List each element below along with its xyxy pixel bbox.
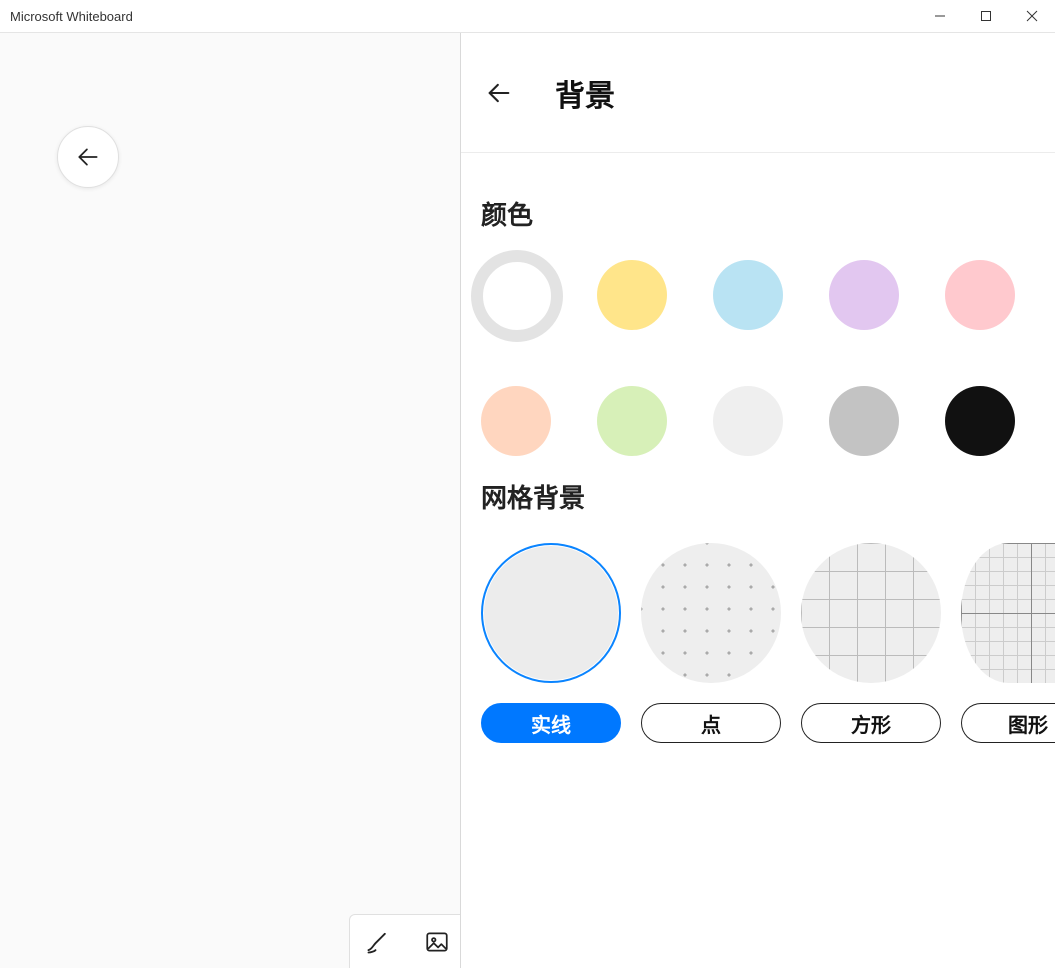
color-swatch-purple[interactable] bbox=[829, 260, 899, 330]
grid-label-graph[interactable]: 图形 bbox=[961, 703, 1055, 743]
pen-icon bbox=[365, 928, 393, 956]
color-swatch-peach[interactable] bbox=[481, 386, 551, 456]
maximize-icon bbox=[980, 10, 992, 22]
color-swatch-grid bbox=[481, 260, 1055, 456]
grid-option-dot: 点 bbox=[641, 543, 781, 743]
minimize-button[interactable] bbox=[917, 0, 963, 32]
color-swatch-black[interactable] bbox=[945, 386, 1015, 456]
grid-option-solid: 实线 bbox=[481, 543, 621, 743]
color-swatch-yellow[interactable] bbox=[597, 260, 667, 330]
window-controls bbox=[917, 0, 1055, 32]
grid-preview-dot[interactable] bbox=[641, 543, 781, 683]
panel-back-button[interactable] bbox=[481, 75, 517, 111]
color-section-title: 颜色 bbox=[481, 195, 1055, 232]
bottom-toolbar bbox=[349, 914, 467, 968]
color-section: 颜色 网格背景 实线 点 bbox=[461, 153, 1055, 775]
color-swatch-lightgray[interactable] bbox=[713, 386, 783, 456]
color-swatch-green[interactable] bbox=[597, 386, 667, 456]
close-icon bbox=[1026, 10, 1038, 22]
grid-label-square[interactable]: 方形 bbox=[801, 703, 941, 743]
close-button[interactable] bbox=[1009, 0, 1055, 32]
grid-options-row: 实线 点 方形 图形 bbox=[481, 543, 1055, 743]
color-swatch-blue[interactable] bbox=[713, 260, 783, 330]
grid-preview-solid[interactable] bbox=[481, 543, 621, 683]
grid-label-dot[interactable]: 点 bbox=[641, 703, 781, 743]
arrow-left-icon bbox=[485, 79, 513, 107]
grid-label-solid[interactable]: 实线 bbox=[481, 703, 621, 743]
grid-preview-graph[interactable] bbox=[961, 543, 1055, 683]
grid-option-graph: 图形 bbox=[961, 543, 1055, 743]
color-swatch-white[interactable] bbox=[471, 250, 563, 342]
panel-title: 背景 bbox=[555, 71, 615, 115]
back-to-boards-button[interactable] bbox=[57, 126, 119, 188]
background-panel: 背景 颜色 网格背景 实线 bbox=[460, 33, 1055, 968]
maximize-button[interactable] bbox=[963, 0, 1009, 32]
app-title: Microsoft Whiteboard bbox=[0, 9, 133, 24]
image-icon bbox=[424, 929, 450, 955]
pen-tool-button[interactable] bbox=[362, 925, 396, 959]
main-canvas-area[interactable]: 背景 颜色 网格背景 实线 bbox=[0, 33, 1055, 968]
color-swatch-gray[interactable] bbox=[829, 386, 899, 456]
grid-section-title: 网格背景 bbox=[481, 478, 1055, 515]
panel-header: 背景 bbox=[461, 33, 1055, 153]
image-tool-button[interactable] bbox=[420, 925, 454, 959]
grid-option-square: 方形 bbox=[801, 543, 941, 743]
titlebar: Microsoft Whiteboard bbox=[0, 0, 1055, 33]
arrow-left-icon bbox=[75, 144, 101, 170]
grid-preview-square[interactable] bbox=[801, 543, 941, 683]
color-swatch-pink[interactable] bbox=[945, 260, 1015, 330]
minimize-icon bbox=[934, 10, 946, 22]
